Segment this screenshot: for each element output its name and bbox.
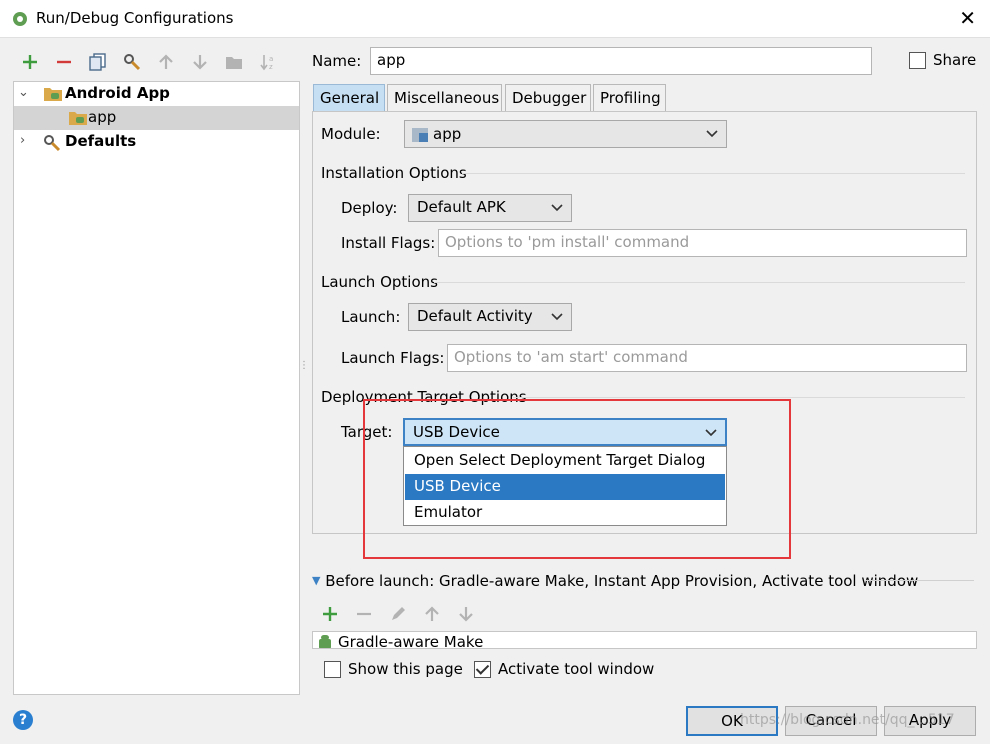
module-select[interactable]: app bbox=[404, 120, 727, 148]
chevron-down-icon bbox=[549, 197, 565, 221]
section-divider bbox=[866, 580, 974, 581]
tree-item-label: Defaults bbox=[65, 132, 137, 150]
install-flags-field[interactable]: Options to 'pm install' command bbox=[438, 229, 967, 257]
deploy-select[interactable]: Default APK bbox=[408, 194, 572, 222]
launch-options-header: Launch Options bbox=[321, 273, 438, 291]
before-launch-title: Before launch: Gradle-aware Make, Instan… bbox=[325, 572, 919, 590]
help-icon[interactable]: ? bbox=[13, 710, 33, 730]
triangle-down-icon: ▼ bbox=[312, 574, 321, 587]
move-up-icon bbox=[154, 50, 178, 74]
name-field[interactable]: app bbox=[370, 47, 872, 75]
remove-icon[interactable] bbox=[52, 50, 76, 74]
tree-item-app[interactable]: app bbox=[14, 106, 299, 130]
highlight-annotation-box bbox=[363, 399, 791, 559]
add-icon[interactable] bbox=[18, 50, 42, 74]
section-divider bbox=[513, 397, 965, 398]
before-launch-header[interactable]: ▼ Before launch: Gradle-aware Make, Inst… bbox=[312, 572, 918, 590]
tree-item-defaults[interactable]: › Defaults bbox=[14, 130, 299, 154]
launch-flags-label: Launch Flags: bbox=[341, 349, 445, 367]
launch-flags-field[interactable]: Options to 'am start' command bbox=[447, 344, 967, 372]
installation-options-header: Installation Options bbox=[321, 164, 467, 182]
android-studio-icon bbox=[12, 11, 28, 31]
tab-general[interactable]: General bbox=[313, 84, 385, 112]
close-icon[interactable]: ✕ bbox=[959, 8, 976, 28]
launch-select[interactable]: Default Activity bbox=[408, 303, 572, 331]
configuration-tree[interactable]: ⌄ Android App app › Defaults bbox=[13, 81, 300, 695]
tab-debugger[interactable]: Debugger bbox=[505, 84, 591, 112]
deploy-value: Default APK bbox=[417, 198, 506, 216]
svg-text:z: z bbox=[269, 63, 273, 71]
splitter-handle[interactable]: ⋮ bbox=[299, 360, 309, 380]
launch-flags-placeholder: Options to 'am start' command bbox=[454, 348, 688, 366]
sort-icon: az bbox=[256, 50, 280, 74]
chevron-right-icon[interactable]: › bbox=[20, 133, 25, 148]
show-this-page-label: Show this page bbox=[348, 660, 463, 678]
tab-profiling[interactable]: Profiling bbox=[593, 84, 666, 112]
chevron-down-icon bbox=[704, 123, 720, 147]
tree-item-label: app bbox=[88, 108, 117, 126]
tab-miscellaneous[interactable]: Miscellaneous bbox=[387, 84, 502, 112]
install-flags-label: Install Flags: bbox=[341, 234, 436, 252]
module-label: Module: bbox=[321, 125, 381, 143]
share-checkbox[interactable] bbox=[909, 52, 926, 69]
chevron-down-icon[interactable]: ⌄ bbox=[18, 85, 29, 100]
share-label: Share bbox=[933, 51, 977, 69]
launch-value: Default Activity bbox=[417, 307, 533, 325]
tree-item-android-app[interactable]: ⌄ Android App bbox=[14, 82, 299, 106]
activate-tool-window-checkbox[interactable] bbox=[474, 661, 491, 678]
wrench-icon bbox=[43, 134, 61, 156]
watermark: https://blog.csdn.net/qq_...517 bbox=[740, 712, 955, 728]
activate-tool-window-label: Activate tool window bbox=[498, 660, 655, 678]
move-down-icon bbox=[188, 50, 212, 74]
edit-defaults-icon[interactable] bbox=[120, 50, 144, 74]
section-divider bbox=[434, 282, 965, 283]
launch-label: Launch: bbox=[341, 308, 401, 326]
copy-icon[interactable] bbox=[86, 50, 110, 74]
name-label: Name: bbox=[312, 52, 362, 70]
folder-icon bbox=[222, 50, 246, 74]
edit-icon bbox=[386, 602, 410, 626]
before-launch-task-list[interactable]: Gradle-aware Make bbox=[312, 631, 977, 649]
show-this-page-checkbox[interactable] bbox=[324, 661, 341, 678]
chevron-down-icon bbox=[549, 306, 565, 330]
tree-item-label: Android App bbox=[65, 84, 170, 102]
move-up-icon bbox=[420, 602, 444, 626]
module-value: app bbox=[433, 125, 462, 143]
title-bar: Run/Debug Configurations ✕ bbox=[0, 0, 990, 38]
task-gradle-aware-make[interactable]: Gradle-aware Make bbox=[338, 633, 483, 648]
android-icon bbox=[317, 634, 333, 648]
section-divider bbox=[462, 173, 965, 174]
move-down-icon bbox=[454, 602, 478, 626]
remove-icon bbox=[352, 602, 376, 626]
android-folder-icon bbox=[43, 86, 63, 106]
window-title: Run/Debug Configurations bbox=[36, 9, 234, 27]
module-icon bbox=[412, 128, 428, 146]
deploy-label: Deploy: bbox=[341, 199, 398, 217]
add-icon[interactable] bbox=[318, 602, 342, 626]
svg-text:a: a bbox=[269, 55, 273, 63]
android-app-icon bbox=[68, 110, 88, 130]
install-flags-placeholder: Options to 'pm install' command bbox=[445, 233, 690, 251]
